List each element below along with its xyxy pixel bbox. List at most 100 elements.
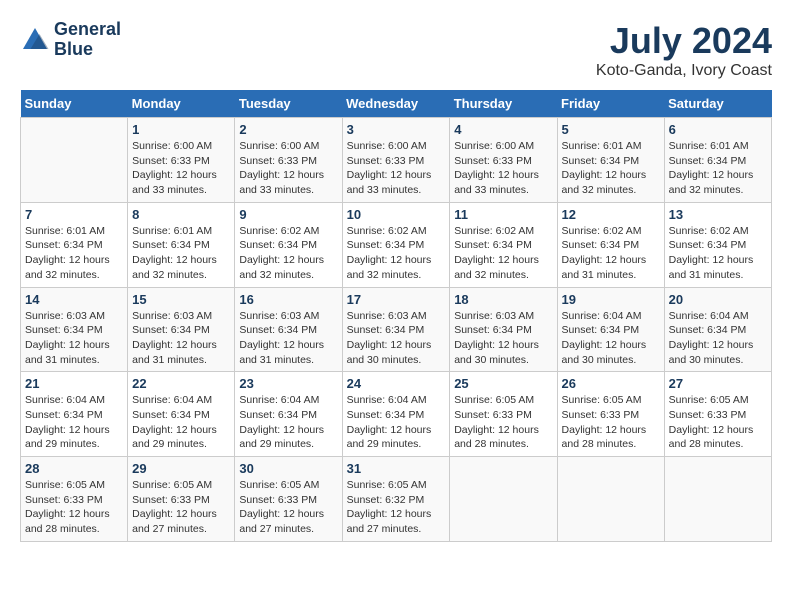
weekday-header-wednesday: Wednesday [342,90,450,118]
day-info: Sunrise: 6:00 AM Sunset: 6:33 PM Dayligh… [239,139,337,198]
title-area: July 2024 Koto-Ganda, Ivory Coast [596,20,772,80]
day-number: 21 [25,376,123,391]
day-info: Sunrise: 6:04 AM Sunset: 6:34 PM Dayligh… [562,309,660,368]
day-info: Sunrise: 6:00 AM Sunset: 6:33 PM Dayligh… [347,139,446,198]
calendar-cell: 8 Sunrise: 6:01 AM Sunset: 6:34 PM Daylig… [128,202,235,287]
day-number: 22 [132,376,230,391]
weekday-header-monday: Monday [128,90,235,118]
calendar-cell: 25Sunrise: 6:05 AM Sunset: 6:33 PM Dayli… [450,372,557,457]
day-info: Sunrise: 6:05 AM Sunset: 6:33 PM Dayligh… [454,393,552,452]
weekday-header-sunday: Sunday [21,90,128,118]
calendar-cell: 11 Sunrise: 6:02 AM Sunset: 6:34 PM Dayli… [450,202,557,287]
weekday-header-tuesday: Tuesday [235,90,342,118]
calendar-cell: 14 Sunrise: 6:03 AM Sunset: 6:34 PM Dayli… [21,287,128,372]
day-number: 15 [132,292,230,307]
calendar-cell: 10Sunrise: 6:02 AM Sunset: 6:34 PM Dayli… [342,202,450,287]
calendar-cell: 2Sunrise: 6:00 AM Sunset: 6:33 PM Daylig… [235,118,342,203]
calendar-cell: 20 Sunrise: 6:04 AM Sunset: 6:34 PM Dayli… [664,287,771,372]
calendar-cell: 19 Sunrise: 6:04 AM Sunset: 6:34 PM Dayli… [557,287,664,372]
day-info: Sunrise: 6:00 AM Sunset: 6:33 PM Dayligh… [454,139,552,198]
day-info: Sunrise: 6:03 AM Sunset: 6:34 PM Dayligh… [25,309,123,368]
day-number: 30 [239,461,337,476]
calendar-cell: 12 Sunrise: 6:02 AM Sunset: 6:34 PM Dayli… [557,202,664,287]
day-number: 13 [669,207,767,222]
day-info: Sunrise: 6:02 AM Sunset: 6:34 PM Dayligh… [347,224,446,283]
day-number: 28 [25,461,123,476]
day-number: 26 [562,376,660,391]
day-info: Sunrise: 6:02 AM Sunset: 6:34 PM Dayligh… [454,224,552,283]
day-number: 17 [347,292,446,307]
day-info: Sunrise: 6:03 AM Sunset: 6:34 PM Dayligh… [454,309,552,368]
calendar-cell [21,118,128,203]
month-title: July 2024 [596,20,772,62]
calendar-cell: 24 Sunrise: 6:04 AM Sunset: 6:34 PM Dayli… [342,372,450,457]
logo: General Blue [20,20,121,60]
day-info: Sunrise: 6:02 AM Sunset: 6:34 PM Dayligh… [669,224,767,283]
header: General Blue July 2024 Koto-Ganda, Ivory… [20,20,772,80]
day-info: Sunrise: 6:01 AM Sunset: 6:34 PM Dayligh… [132,224,230,283]
day-info: Sunrise: 6:01 AM Sunset: 6:34 PM Dayligh… [25,224,123,283]
logo-icon [20,25,50,55]
day-info: Sunrise: 6:05 AM Sunset: 6:33 PM Dayligh… [25,478,123,537]
day-info: Sunrise: 6:02 AM Sunset: 6:34 PM Dayligh… [239,224,337,283]
week-row-1: 1Sunrise: 6:00 AM Sunset: 6:33 PM Daylig… [21,118,772,203]
calendar-cell: 17 Sunrise: 6:03 AM Sunset: 6:34 PM Dayli… [342,287,450,372]
day-info: Sunrise: 6:03 AM Sunset: 6:34 PM Dayligh… [132,309,230,368]
day-number: 24 [347,376,446,391]
day-info: Sunrise: 6:05 AM Sunset: 6:33 PM Dayligh… [239,478,337,537]
calendar-cell [450,457,557,542]
calendar-cell: 21Sunrise: 6:04 AM Sunset: 6:34 PM Dayli… [21,372,128,457]
weekday-header-thursday: Thursday [450,90,557,118]
day-info: Sunrise: 6:01 AM Sunset: 6:34 PM Dayligh… [562,139,660,198]
day-info: Sunrise: 6:03 AM Sunset: 6:34 PM Dayligh… [347,309,446,368]
location: Koto-Ganda, Ivory Coast [596,62,772,80]
weekday-header-row: SundayMondayTuesdayWednesdayThursdayFrid… [21,90,772,118]
calendar-cell: 15 Sunrise: 6:03 AM Sunset: 6:34 PM Dayli… [128,287,235,372]
week-row-4: 21 Sunrise: 6:04 AM Sunset: 6:34 PM Dayli… [21,372,772,457]
day-info: Sunrise: 6:02 AM Sunset: 6:34 PM Dayligh… [562,224,660,283]
calendar-cell: 27 Sunrise: 6:05 AM Sunset: 6:33 PM Dayli… [664,372,771,457]
calendar-cell: 18 Sunrise: 6:03 AM Sunset: 6:34 PM Dayli… [450,287,557,372]
week-row-2: 7 Sunrise: 6:01 AM Sunset: 6:34 PM Daylig… [21,202,772,287]
day-info: Sunrise: 6:04 AM Sunset: 6:34 PM Dayligh… [132,393,230,452]
day-number: 8 [132,207,230,222]
day-number: 7 [25,207,123,222]
calendar-cell: 5 Sunrise: 6:01 AM Sunset: 6:34 PM Daylig… [557,118,664,203]
day-number: 20 [669,292,767,307]
calendar-cell: 3Sunrise: 6:00 AM Sunset: 6:33 PM Daylig… [342,118,450,203]
day-number: 19 [562,292,660,307]
day-number: 16 [239,292,337,307]
day-number: 4 [454,122,552,137]
day-number: 6 [669,122,767,137]
calendar-cell: 26 Sunrise: 6:05 AM Sunset: 6:33 PM Dayli… [557,372,664,457]
calendar-cell: 28 Sunrise: 6:05 AM Sunset: 6:33 PM Dayli… [21,457,128,542]
day-number: 9 [239,207,337,222]
day-info: Sunrise: 6:04 AM Sunset: 6:34 PM Dayligh… [239,393,337,452]
calendar-cell [664,457,771,542]
day-number: 27 [669,376,767,391]
calendar-cell: 31 Sunrise: 6:05 AM Sunset: 6:32 PM Dayli… [342,457,450,542]
day-info: Sunrise: 6:00 AM Sunset: 6:33 PM Dayligh… [132,139,230,198]
logo-text: General Blue [54,20,121,60]
day-number: 31 [347,461,446,476]
day-number: 14 [25,292,123,307]
day-number: 23 [239,376,337,391]
day-number: 12 [562,207,660,222]
calendar-cell: 13 Sunrise: 6:02 AM Sunset: 6:34 PM Dayli… [664,202,771,287]
day-number: 11 [454,207,552,222]
calendar-cell: 30 Sunrise: 6:05 AM Sunset: 6:33 PM Dayli… [235,457,342,542]
calendar-cell: 9 Sunrise: 6:02 AM Sunset: 6:34 PM Daylig… [235,202,342,287]
day-info: Sunrise: 6:05 AM Sunset: 6:32 PM Dayligh… [347,478,446,537]
day-info: Sunrise: 6:05 AM Sunset: 6:33 PM Dayligh… [669,393,767,452]
calendar-cell: 4 Sunrise: 6:00 AM Sunset: 6:33 PM Daylig… [450,118,557,203]
weekday-header-friday: Friday [557,90,664,118]
day-info: Sunrise: 6:04 AM Sunset: 6:34 PM Dayligh… [347,393,446,452]
calendar-cell: 6 Sunrise: 6:01 AM Sunset: 6:34 PM Daylig… [664,118,771,203]
day-info: Sunrise: 6:01 AM Sunset: 6:34 PM Dayligh… [669,139,767,198]
day-number: 5 [562,122,660,137]
week-row-5: 28 Sunrise: 6:05 AM Sunset: 6:33 PM Dayli… [21,457,772,542]
week-row-3: 14 Sunrise: 6:03 AM Sunset: 6:34 PM Dayli… [21,287,772,372]
day-number: 18 [454,292,552,307]
day-info: Sunrise: 6:05 AM Sunset: 6:33 PM Dayligh… [562,393,660,452]
day-info: Sunrise: 6:04 AM Sunset: 6:34 PM Dayligh… [669,309,767,368]
